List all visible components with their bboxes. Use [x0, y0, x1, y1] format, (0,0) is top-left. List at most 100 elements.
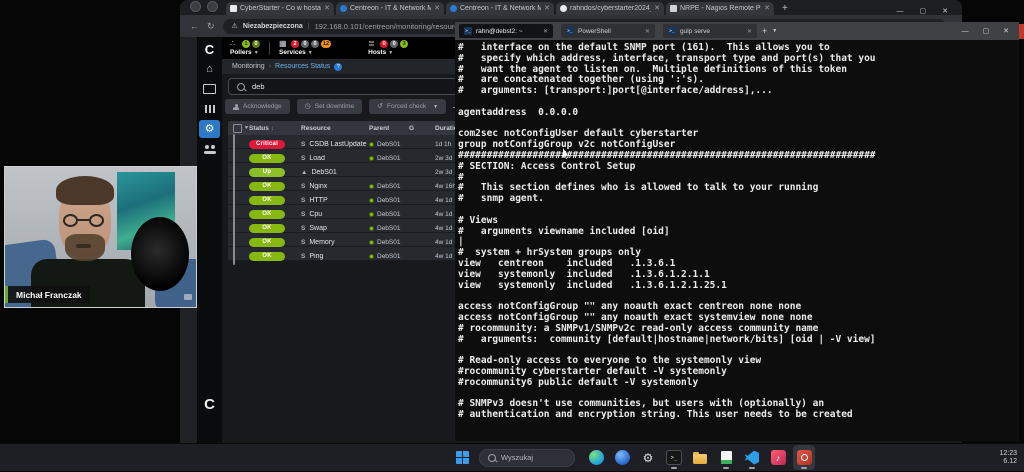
taskbar-search-box[interactable]: Wyszukaj — [479, 449, 575, 467]
resource-name[interactable]: Cpu — [309, 211, 322, 218]
close-tab-icon[interactable]: ✕ — [764, 5, 770, 12]
centreon-logo-icon[interactable]: C — [199, 40, 220, 58]
search-icon — [488, 454, 496, 462]
start-button[interactable] — [456, 451, 469, 464]
resource-name[interactable]: DebS01 — [311, 169, 336, 176]
copilot-icon[interactable] — [611, 445, 633, 470]
select-all-checkbox[interactable] — [233, 124, 242, 133]
sidebar-item-administration[interactable] — [199, 140, 220, 158]
sidebar-item-monitoring[interactable] — [199, 80, 220, 98]
close-tab-icon[interactable]: ✕ — [544, 5, 550, 12]
column-header-graph[interactable]: G — [409, 125, 435, 132]
browser-tab[interactable]: Centreon - IT & Network Monito ✕ — [336, 2, 444, 15]
not-secure-label: Niezabezpieczona — [243, 23, 303, 30]
minimize-icon[interactable]: — — [897, 8, 904, 15]
resource-type-icon: ▲ — [301, 169, 307, 176]
browser-workspace-icon[interactable] — [207, 1, 218, 12]
webcam-corner-icon — [184, 294, 192, 300]
parent-name[interactable]: DebS01 — [377, 253, 401, 260]
browser-tab[interactable]: rahndos/cyberstarter2024_moni ✕ — [556, 2, 664, 15]
column-header-status[interactable]: Status ↓ — [249, 125, 301, 132]
resource-type-icon: S — [301, 253, 305, 260]
browser-tab[interactable]: Centreon - IT & Network Monito ✕ — [446, 2, 554, 15]
browser-profile-icon[interactable] — [190, 1, 201, 12]
parent-name[interactable]: DebS01 — [377, 225, 401, 232]
console-icon: >_ — [566, 27, 574, 35]
close-tab-icon[interactable]: ✕ — [434, 5, 440, 12]
minimize-icon[interactable]: — — [962, 28, 969, 35]
new-tab-button[interactable]: + — [782, 4, 788, 14]
terminal-tab[interactable]: >_ gulp serve ✕ — [663, 24, 757, 38]
status-chip: Up — [249, 168, 285, 177]
status-chip: OK — [249, 182, 285, 191]
browser-tab[interactable]: NRPE - Nagios Remote Plugin Ex ✕ — [666, 2, 774, 15]
settings-gear-icon[interactable]: ⚙ — [637, 445, 659, 470]
resource-name[interactable]: Nginx — [309, 183, 327, 190]
parent-name[interactable]: DebS01 — [377, 211, 401, 218]
parent-status-dot — [369, 254, 374, 259]
status-badge: 0 — [301, 40, 309, 48]
close-tab-icon[interactable]: ✕ — [654, 5, 660, 12]
resource-name[interactable]: Memory — [309, 239, 334, 246]
resource-name[interactable]: Load — [309, 155, 325, 162]
row-checkbox[interactable] — [233, 246, 235, 265]
browser-tab[interactable]: CyberStarter - Co w hostach pis ✕ — [226, 2, 334, 15]
set-downtime-button[interactable]: ◷ Set downtime — [297, 99, 363, 114]
parent-name[interactable]: DebS01 — [377, 197, 401, 204]
media-player-icon[interactable]: ♪ — [767, 445, 789, 470]
forced-check-button[interactable]: ↺ Forced check ▼ — [369, 99, 446, 114]
services-group[interactable]: ▦ 20012 Services ▼ — [279, 40, 331, 56]
close-tab-icon[interactable]: ✕ — [747, 28, 752, 35]
column-header-resource[interactable]: Resource — [301, 125, 369, 132]
sidebar-item-configuration[interactable]: ⚙ — [199, 120, 220, 138]
notepad-icon[interactable] — [715, 445, 737, 470]
terminal-tab[interactable]: >_ PowerShell ✕ — [561, 24, 655, 38]
breadcrumb-resources-status[interactable]: Resources Status — [275, 63, 330, 70]
close-icon[interactable]: ✕ — [1003, 28, 1009, 35]
not-secure-warning-icon[interactable]: ⚠ — [232, 22, 238, 30]
resource-name[interactable]: HTTP — [309, 197, 327, 204]
terminal-line: view systemonly included .1.3.6.1.2.1.25… — [458, 281, 1019, 292]
pollers-group[interactable]: ∴ 10 Pollers ▼ — [230, 40, 260, 56]
pollers-icon: ∴ — [230, 40, 240, 48]
tab-title: CyberStarter - Co w hostach pis — [240, 5, 321, 12]
services-label: Services — [279, 49, 306, 56]
breadcrumb-monitoring[interactable]: Monitoring — [232, 63, 265, 70]
parent-name[interactable]: DebS01 — [377, 141, 401, 148]
new-terminal-tab-button[interactable]: + — [762, 27, 767, 36]
sidebar-item-home[interactable]: ⌂ — [199, 60, 220, 78]
refresh-icon[interactable]: ↻ — [207, 22, 215, 31]
chevron-down-icon[interactable]: ▼ — [772, 28, 777, 34]
chevron-down-icon[interactable]: ▼ — [433, 104, 438, 110]
terminal-output[interactable]: # interface on the default SNMP port (16… — [455, 40, 1019, 421]
maximize-icon[interactable]: ▢ — [920, 8, 927, 15]
terminal-line: # specify which address, interface, tran… — [458, 54, 1019, 65]
parent-name[interactable]: DebS01 — [377, 239, 401, 246]
maximize-icon[interactable]: ▢ — [983, 28, 990, 35]
close-tab-icon[interactable]: ✕ — [543, 28, 548, 35]
terminal-window: >_ rahn@debst2: ~ ✕ >_ PowerShell ✕ >_ g… — [455, 22, 1019, 441]
close-icon[interactable]: ✕ — [942, 8, 948, 15]
parent-name[interactable]: DebS01 — [377, 183, 401, 190]
taskbar-clock[interactable]: 12:23 6.12 — [999, 444, 1017, 472]
recording-app-icon[interactable] — [793, 445, 815, 470]
parent-status-dot — [369, 226, 374, 231]
resources-toolbar: Acknowledge ◷ Set downtime ↺ Forced chec… — [225, 99, 489, 114]
sidebar-item-reporting[interactable] — [199, 100, 220, 118]
edge-browser-icon[interactable] — [585, 445, 607, 470]
column-header-parent[interactable]: Parent — [369, 125, 409, 132]
acknowledge-button[interactable]: Acknowledge — [225, 99, 290, 114]
terminal-icon[interactable]: >_ — [663, 445, 685, 470]
vscode-icon[interactable] — [741, 445, 763, 470]
close-tab-icon[interactable]: ✕ — [324, 5, 330, 12]
resource-name[interactable]: CSDB LastUpdate — [309, 141, 366, 148]
resource-name[interactable]: Swap — [309, 225, 327, 232]
resource-name[interactable]: Ping — [309, 253, 323, 260]
file-explorer-icon[interactable] — [689, 445, 711, 470]
parent-name[interactable]: DebS01 — [377, 155, 401, 162]
info-icon[interactable]: ? — [334, 63, 342, 71]
back-icon[interactable]: ← — [190, 22, 199, 31]
hosts-group[interactable]: ≣ 003 Hosts ▼ — [368, 40, 408, 56]
terminal-tab[interactable]: >_ rahn@debst2: ~ ✕ — [459, 24, 553, 38]
close-tab-icon[interactable]: ✕ — [645, 28, 650, 35]
